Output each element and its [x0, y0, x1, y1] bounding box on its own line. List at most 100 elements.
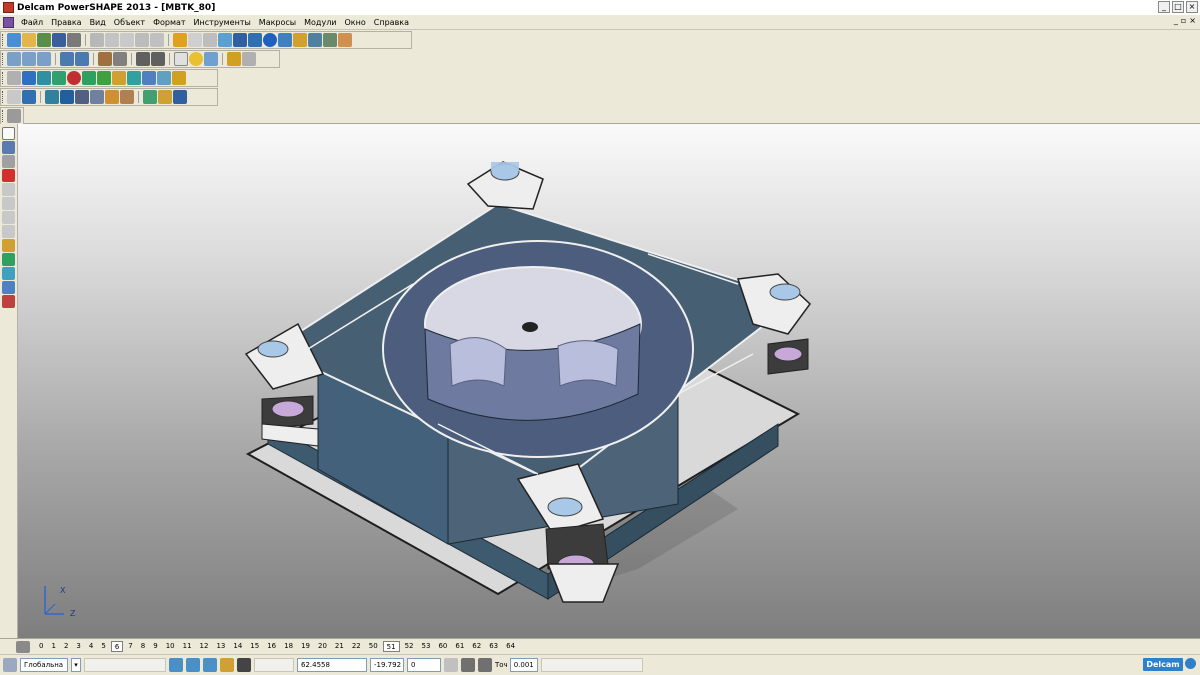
level-item[interactable]: 5 [98, 641, 108, 652]
shaded-wire-icon[interactable] [204, 52, 218, 66]
level-item[interactable]: 9 [150, 641, 160, 652]
menu-tools[interactable]: Инструменты [190, 18, 255, 27]
level-item[interactable]: 21 [332, 641, 347, 652]
wireframe-icon[interactable] [174, 52, 188, 66]
level-item[interactable]: 64 [503, 641, 518, 652]
level-item[interactable]: 20 [315, 641, 330, 652]
point-icon[interactable] [2, 155, 15, 168]
doc-restore-button[interactable]: ▫ [1181, 16, 1186, 25]
toolbar-grip[interactable] [2, 110, 5, 122]
level-item[interactable]: 12 [197, 641, 212, 652]
torus-icon[interactable] [82, 71, 96, 85]
level-item[interactable]: 62 [469, 641, 484, 652]
rib-icon[interactable] [90, 90, 104, 104]
menu-help[interactable]: Справка [370, 18, 413, 27]
toolbar-grip[interactable] [2, 53, 5, 65]
select-icon[interactable] [218, 33, 232, 47]
light-icon[interactable] [227, 52, 241, 66]
chamfer-icon[interactable] [157, 71, 171, 85]
dimension-icon[interactable] [2, 197, 15, 210]
redo-icon[interactable] [188, 33, 202, 47]
view-front-icon[interactable] [22, 52, 36, 66]
view-side-icon[interactable] [37, 52, 51, 66]
view-iso2-icon[interactable] [75, 52, 89, 66]
secondary-dropdown[interactable] [84, 658, 166, 672]
level-item[interactable]: 2 [61, 641, 71, 652]
cut-icon[interactable] [90, 33, 104, 47]
calculator-icon[interactable] [444, 658, 458, 672]
workplane-icon[interactable] [3, 658, 17, 672]
sphere-icon[interactable] [67, 71, 81, 85]
level-item[interactable]: 4 [86, 641, 96, 652]
coordinate-z-field[interactable]: 0 [407, 658, 441, 672]
level-item[interactable]: 51 [382, 641, 400, 652]
minimize-button[interactable]: _ [1158, 1, 1170, 13]
tolerance-icon[interactable] [478, 658, 492, 672]
new-icon[interactable] [7, 33, 21, 47]
shaded-icon[interactable] [189, 52, 203, 66]
morph-icon[interactable] [173, 90, 187, 104]
level-item[interactable]: 52 [402, 641, 417, 652]
grid-icon[interactable] [237, 658, 251, 672]
pocket-icon[interactable] [60, 90, 74, 104]
block-icon[interactable] [22, 71, 36, 85]
level-item[interactable]: 11 [180, 641, 195, 652]
analysis-icon[interactable] [7, 90, 21, 104]
view-iso-icon[interactable] [60, 52, 74, 66]
trash-icon[interactable] [461, 658, 475, 672]
tools-icon[interactable] [338, 33, 352, 47]
graphics-viewport[interactable]: X Z [18, 124, 1200, 638]
measure-icon[interactable] [203, 33, 217, 47]
levels-icon[interactable] [16, 640, 30, 653]
zoom-icon[interactable] [113, 52, 127, 66]
level-item[interactable]: 3 [73, 641, 83, 652]
electrode-icon[interactable] [2, 225, 15, 238]
assembly-icon[interactable] [2, 267, 15, 280]
menu-window[interactable]: Окно [341, 18, 370, 27]
coordinate-x-field[interactable]: 62.4558 [297, 658, 367, 672]
grid-snap-icon[interactable] [169, 658, 183, 672]
line-icon[interactable] [248, 33, 262, 47]
close-button[interactable]: × [1186, 1, 1198, 13]
level-item[interactable]: 50 [366, 641, 381, 652]
level-item[interactable]: 13 [213, 641, 228, 652]
offset-icon[interactable] [158, 90, 172, 104]
open-icon[interactable] [22, 33, 36, 47]
menu-object[interactable]: Объект [110, 18, 149, 27]
arc-icon[interactable] [2, 183, 15, 196]
circle-icon[interactable] [263, 33, 277, 47]
undo-icon[interactable] [173, 33, 187, 47]
doc-icon[interactable] [7, 71, 21, 85]
extrude-icon[interactable] [97, 71, 111, 85]
menu-file[interactable]: Файл [17, 18, 47, 27]
delete-icon[interactable] [135, 33, 149, 47]
workplane-field[interactable]: Глобальна [20, 658, 68, 672]
zoom-out-icon[interactable] [151, 52, 165, 66]
maximize-button[interactable]: □ [1172, 1, 1184, 13]
feature-icon[interactable] [323, 33, 337, 47]
solid-icon[interactable] [308, 33, 322, 47]
surface-tool-icon[interactable] [2, 239, 15, 252]
level-item[interactable]: 6 [110, 641, 124, 652]
level-item[interactable]: 61 [452, 641, 467, 652]
menu-view[interactable]: Вид [86, 18, 110, 27]
coordinate-y-field[interactable]: -19.792 [370, 658, 404, 672]
document-icon[interactable] [3, 16, 14, 28]
import-icon[interactable] [37, 33, 51, 47]
boolean-icon[interactable] [127, 71, 141, 85]
fork-icon[interactable] [7, 109, 21, 123]
cylinder-icon[interactable] [37, 71, 51, 85]
level-item[interactable]: 8 [138, 641, 148, 652]
menu-edit[interactable]: Правка [47, 18, 85, 27]
warning-icon[interactable] [2, 169, 15, 182]
boss-icon[interactable] [75, 90, 89, 104]
workplane-dropdown-arrow[interactable]: ▾ [71, 658, 81, 672]
surface-icon[interactable] [293, 33, 307, 47]
draft-icon[interactable] [143, 90, 157, 104]
pattern-icon[interactable] [120, 90, 134, 104]
workplane-icon[interactable] [233, 33, 247, 47]
level-item[interactable]: 60 [435, 641, 450, 652]
menu-macros[interactable]: Макросы [255, 18, 300, 27]
revolve-icon[interactable] [112, 71, 126, 85]
level-item[interactable]: 0 [36, 641, 46, 652]
